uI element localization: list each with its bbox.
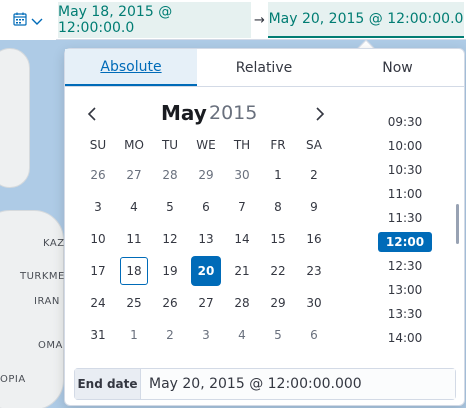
calendar-day[interactable]: 26 [84, 161, 112, 189]
calendar-day[interactable]: 9 [300, 193, 328, 221]
calendar-day[interactable]: 1 [120, 321, 148, 349]
end-date-label: End date [75, 369, 141, 399]
calendar-day[interactable]: 4 [228, 321, 256, 349]
map-label: OMA [38, 340, 63, 351]
weekday-header: MO [124, 138, 144, 152]
calendar-day[interactable]: 29 [264, 289, 292, 317]
calendar-day[interactable]: 26 [156, 289, 184, 317]
time-option[interactable]: 10:30 [375, 160, 435, 180]
calendar-day[interactable]: 14 [228, 225, 256, 253]
end-date-button[interactable]: May 20, 2015 @ 12:00:00.0 [268, 2, 464, 38]
calendar-day[interactable]: 21 [228, 257, 256, 285]
calendar-header: May 2015 [65, 101, 355, 127]
time-list-scrollbar[interactable] [456, 204, 459, 244]
calendar-day[interactable]: 29 [192, 161, 220, 189]
calendar-day[interactable]: 18 [120, 257, 148, 285]
time-option[interactable]: 14:00 [375, 328, 435, 347]
calendar-day[interactable]: 8 [264, 193, 292, 221]
tab-relative[interactable]: Relative [197, 49, 331, 86]
calendar-day[interactable]: 11 [120, 225, 148, 253]
calendar-day[interactable]: 27 [120, 161, 148, 189]
calendar-day[interactable]: 5 [264, 321, 292, 349]
calendar-day[interactable]: 15 [264, 225, 292, 253]
map-label: KAZ [43, 238, 65, 249]
quick-select-button[interactable] [0, 0, 56, 40]
calendar-day[interactable]: 17 [84, 257, 112, 285]
calendar-day[interactable]: 2 [156, 321, 184, 349]
date-mode-tabs: Absolute Relative Now [65, 49, 464, 87]
calendar-day[interactable]: 2 [300, 161, 328, 189]
calendar-day[interactable]: 24 [84, 289, 112, 317]
calendar-day[interactable]: 25 [120, 289, 148, 317]
time-option[interactable]: 10:00 [375, 136, 435, 156]
time-list: 09:30 10:00 10:30 11:00 11:30 12:00 12:30 13:00… [375, 109, 455, 347]
calendar-day[interactable]: 4 [120, 193, 148, 221]
time-option-selected[interactable]: 12:00 [378, 232, 432, 252]
calendar-day[interactable]: 6 [300, 321, 328, 349]
map-label: OPIA [0, 374, 26, 385]
calendar-day[interactable]: 3 [84, 193, 112, 221]
calendar-day[interactable]: 13 [192, 225, 220, 253]
previous-month-button[interactable] [82, 101, 102, 127]
weekday-header: TH [233, 138, 251, 152]
calendar-day[interactable]: 1 [264, 161, 292, 189]
next-month-button[interactable] [310, 101, 330, 127]
calendar-day[interactable]: 23 [300, 257, 328, 285]
chevron-right-icon [316, 107, 325, 121]
month-label[interactable]: May [161, 101, 207, 125]
chevron-left-icon [87, 107, 96, 121]
calendar-day[interactable]: 6 [192, 193, 220, 221]
calendar-day[interactable]: 12 [156, 225, 184, 253]
time-option[interactable]: 11:30 [375, 208, 435, 228]
map-label: IRAN [34, 296, 60, 307]
year-label[interactable]: 2015 [209, 102, 257, 124]
calendar-day[interactable]: 19 [156, 257, 184, 285]
arrow-right-icon: → [254, 12, 265, 28]
tab-absolute-label: Absolute [100, 58, 162, 75]
calendar-day[interactable]: 5 [156, 193, 184, 221]
time-option[interactable]: 11:00 [375, 184, 435, 204]
calendar-icon [13, 11, 27, 30]
date-range-bar: May 18, 2015 @ 12:00:00.0 → May 20, 2015… [0, 0, 466, 40]
calendar-day[interactable]: 7 [228, 193, 256, 221]
time-option[interactable]: 13:30 [375, 304, 435, 324]
end-date-field: End date May 20, 2015 @ 12:00:00.000 [74, 368, 456, 400]
start-date-button[interactable]: May 18, 2015 @ 12:00:00.0 [58, 2, 251, 38]
calendar-day[interactable]: 22 [264, 257, 292, 285]
calendar-day[interactable]: 31 [84, 321, 112, 349]
end-date-input[interactable]: May 20, 2015 @ 12:00:00.000 [141, 369, 455, 399]
end-date-popover: Absolute Relative Now May 2015 SU MO TU WE T… [64, 48, 465, 406]
calendar-day-selected[interactable]: 20 [191, 256, 221, 286]
calendar-day[interactable]: 16 [300, 225, 328, 253]
calendar-day[interactable]: 28 [228, 289, 256, 317]
calendar-day[interactable]: 30 [228, 161, 256, 189]
map-landmass [0, 48, 30, 188]
weekday-header: FR [270, 138, 286, 152]
tab-absolute[interactable]: Absolute [65, 49, 197, 86]
calendar-day[interactable]: 3 [192, 321, 220, 349]
tab-now[interactable]: Now [331, 49, 464, 86]
calendar-day[interactable]: 27 [192, 289, 220, 317]
calendar-day[interactable]: 28 [156, 161, 184, 189]
weekday-header: WE [196, 138, 216, 152]
time-option[interactable]: 09:30 [375, 112, 435, 132]
calendar-day[interactable]: 10 [84, 225, 112, 253]
weekday-header: TU [161, 138, 179, 152]
chevron-down-icon [31, 11, 43, 30]
time-option[interactable]: 13:00 [375, 280, 435, 300]
map-label: TURKME [20, 271, 65, 282]
time-option[interactable]: 12:30 [375, 256, 435, 276]
weekday-header: SU [89, 138, 107, 152]
weekday-header: SA [305, 138, 323, 152]
calendar-day[interactable]: 30 [300, 289, 328, 317]
